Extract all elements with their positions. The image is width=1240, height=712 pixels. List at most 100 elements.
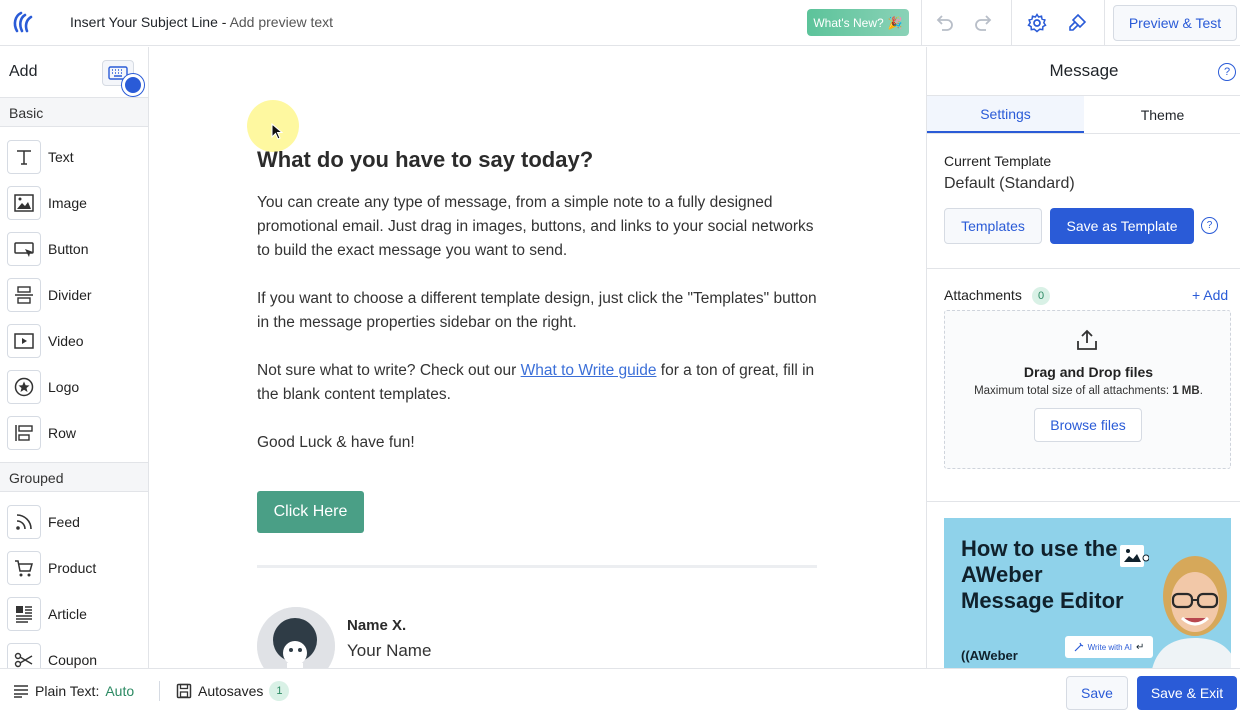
browse-files-button[interactable]: Browse files (1034, 408, 1142, 442)
signature-name[interactable]: Name X. (347, 617, 406, 634)
subject-line[interactable]: Insert Your Subject Line - Add preview t… (70, 14, 333, 30)
cart-icon (7, 551, 41, 585)
tab-settings[interactable]: Settings (927, 96, 1084, 133)
whats-new-button[interactable]: What's New? 🎉 (807, 9, 909, 36)
tool-label: Row (48, 425, 77, 441)
logo-icon (7, 370, 41, 404)
message-paragraph[interactable]: Good Luck & have fun! (257, 431, 822, 455)
tool-article[interactable]: Article (0, 591, 148, 637)
tool-label: Logo (48, 379, 80, 395)
brand-mark-icon: (( (961, 648, 970, 663)
attachment-dropzone[interactable]: Drag and Drop files Maximum total size o… (944, 310, 1231, 469)
tool-label: Article (48, 606, 87, 622)
preview-test-button[interactable]: Preview & Test (1113, 5, 1237, 41)
mouse-cursor-icon (271, 123, 283, 140)
tool-product[interactable]: Product (0, 545, 148, 591)
signature-avatar[interactable] (257, 607, 335, 668)
panel-tabs: Settings Theme (927, 95, 1240, 134)
section-basic: Basic (0, 97, 148, 127)
tool-label: Feed (48, 514, 80, 530)
message-heading[interactable]: What do you have to say today? (257, 147, 593, 173)
tab-theme[interactable]: Theme (1084, 96, 1240, 133)
subject-text[interactable]: Insert Your Subject Line (70, 14, 218, 30)
write-with-ai-chip: Write with AI ↵ (1065, 636, 1153, 658)
text-icon (7, 140, 41, 174)
autosaves-button[interactable]: Autosaves 1 (176, 669, 290, 712)
undo-icon[interactable] (931, 10, 957, 36)
message-canvas[interactable]: What do you have to say today? You can c… (149, 47, 926, 668)
presenter-illustration-icon (1152, 556, 1231, 668)
dropzone-subtitle-text: Maximum total size of all attachments: (974, 385, 1173, 397)
sidebar-title: Add (9, 63, 38, 80)
aweber-logo-icon[interactable] (9, 9, 37, 37)
dropzone-subtitle-end: . (1199, 385, 1203, 397)
what-to-write-link[interactable]: What to Write guide (521, 362, 657, 379)
save-exit-button[interactable]: Save & Exit (1137, 676, 1237, 710)
brand-name: AWeber (969, 648, 1018, 663)
current-template-label: Current Template (944, 153, 1052, 169)
toolbar-separator (921, 0, 922, 46)
plain-text-toggle[interactable]: Plain Text: Auto (13, 669, 134, 712)
attachments-count-badge: 0 (1032, 287, 1050, 305)
section-divider (927, 268, 1240, 269)
subject-separator: - (217, 14, 230, 30)
plain-text-label: Plain Text: (35, 683, 100, 699)
tool-divider[interactable]: Divider (0, 272, 148, 318)
redo-icon[interactable] (971, 10, 997, 36)
scissors-icon (7, 643, 41, 668)
templates-button[interactable]: Templates (944, 208, 1042, 244)
tool-label: Product (48, 560, 97, 576)
tool-text[interactable]: Text (0, 134, 148, 180)
message-paragraph[interactable]: Not sure what to write? Check out our Wh… (257, 359, 822, 407)
dropzone-title: Drag and Drop files (1023, 364, 1154, 380)
tool-label: Divider (48, 287, 92, 303)
signature-subtitle[interactable]: Your Name (347, 641, 431, 661)
message-divider[interactable] (257, 565, 817, 568)
promo-video-card[interactable]: How to use the AWeber Message Editor Wri… (944, 518, 1231, 668)
tool-label: Text (48, 149, 74, 165)
template-help-icon[interactable]: ? (1201, 217, 1218, 234)
enter-icon: ↵ (1135, 641, 1145, 653)
tool-button[interactable]: Button (0, 226, 148, 272)
article-icon (7, 597, 41, 631)
upload-icon (1077, 329, 1097, 350)
image-icon (7, 186, 41, 220)
autosaves-count-badge: 1 (269, 681, 290, 701)
gear-icon[interactable] (1024, 10, 1050, 36)
tool-label: Coupon (48, 652, 98, 668)
help-icon[interactable]: ? (1218, 63, 1236, 81)
button-icon (7, 232, 41, 266)
preview-text[interactable]: Add preview text (230, 14, 334, 30)
tool-logo[interactable]: Logo (0, 364, 148, 410)
current-template-value: Default (Standard) (944, 175, 1075, 192)
paragraph-text: Not sure what to write? Check out our (257, 362, 521, 379)
party-icon: 🎉 (887, 15, 903, 30)
footer-separator (159, 681, 160, 701)
feed-icon (7, 505, 41, 539)
lines-icon (14, 685, 28, 698)
section-grouped: Grouped (0, 462, 148, 492)
magic-wand-icon (1074, 642, 1083, 652)
save-as-template-button[interactable]: Save as Template (1050, 208, 1194, 244)
message-paragraph[interactable]: If you want to choose a different templa… (257, 287, 822, 335)
tool-feed[interactable]: Feed (0, 499, 148, 545)
tool-video[interactable]: Video (0, 318, 148, 364)
tour-indicator-dot[interactable] (122, 74, 144, 96)
tool-row[interactable]: Row (0, 410, 148, 456)
dropzone-subtitle: Maximum total size of all attachments: 1… (945, 385, 1232, 397)
add-attachment-link[interactable]: + Add (1192, 287, 1228, 303)
brush-icon[interactable] (1064, 10, 1090, 36)
attachments-label: Attachments (944, 287, 1022, 303)
avatar-illustration-icon (257, 607, 335, 668)
section-divider (927, 501, 1240, 502)
promo-title: How to use the AWeber Message Editor (961, 536, 1124, 613)
bottom-bar: Plain Text: Auto Autosaves 1 Save Save &… (0, 668, 1240, 712)
click-here-button[interactable]: Click Here (257, 491, 364, 533)
tool-coupon[interactable]: Coupon (0, 637, 148, 668)
toolbar-separator (1104, 0, 1105, 46)
save-button[interactable]: Save (1066, 676, 1128, 710)
tool-label: Button (48, 241, 89, 257)
tool-image[interactable]: Image (0, 180, 148, 226)
max-size: 1 MB (1172, 385, 1200, 397)
message-paragraph[interactable]: You can create any type of message, from… (257, 191, 822, 263)
